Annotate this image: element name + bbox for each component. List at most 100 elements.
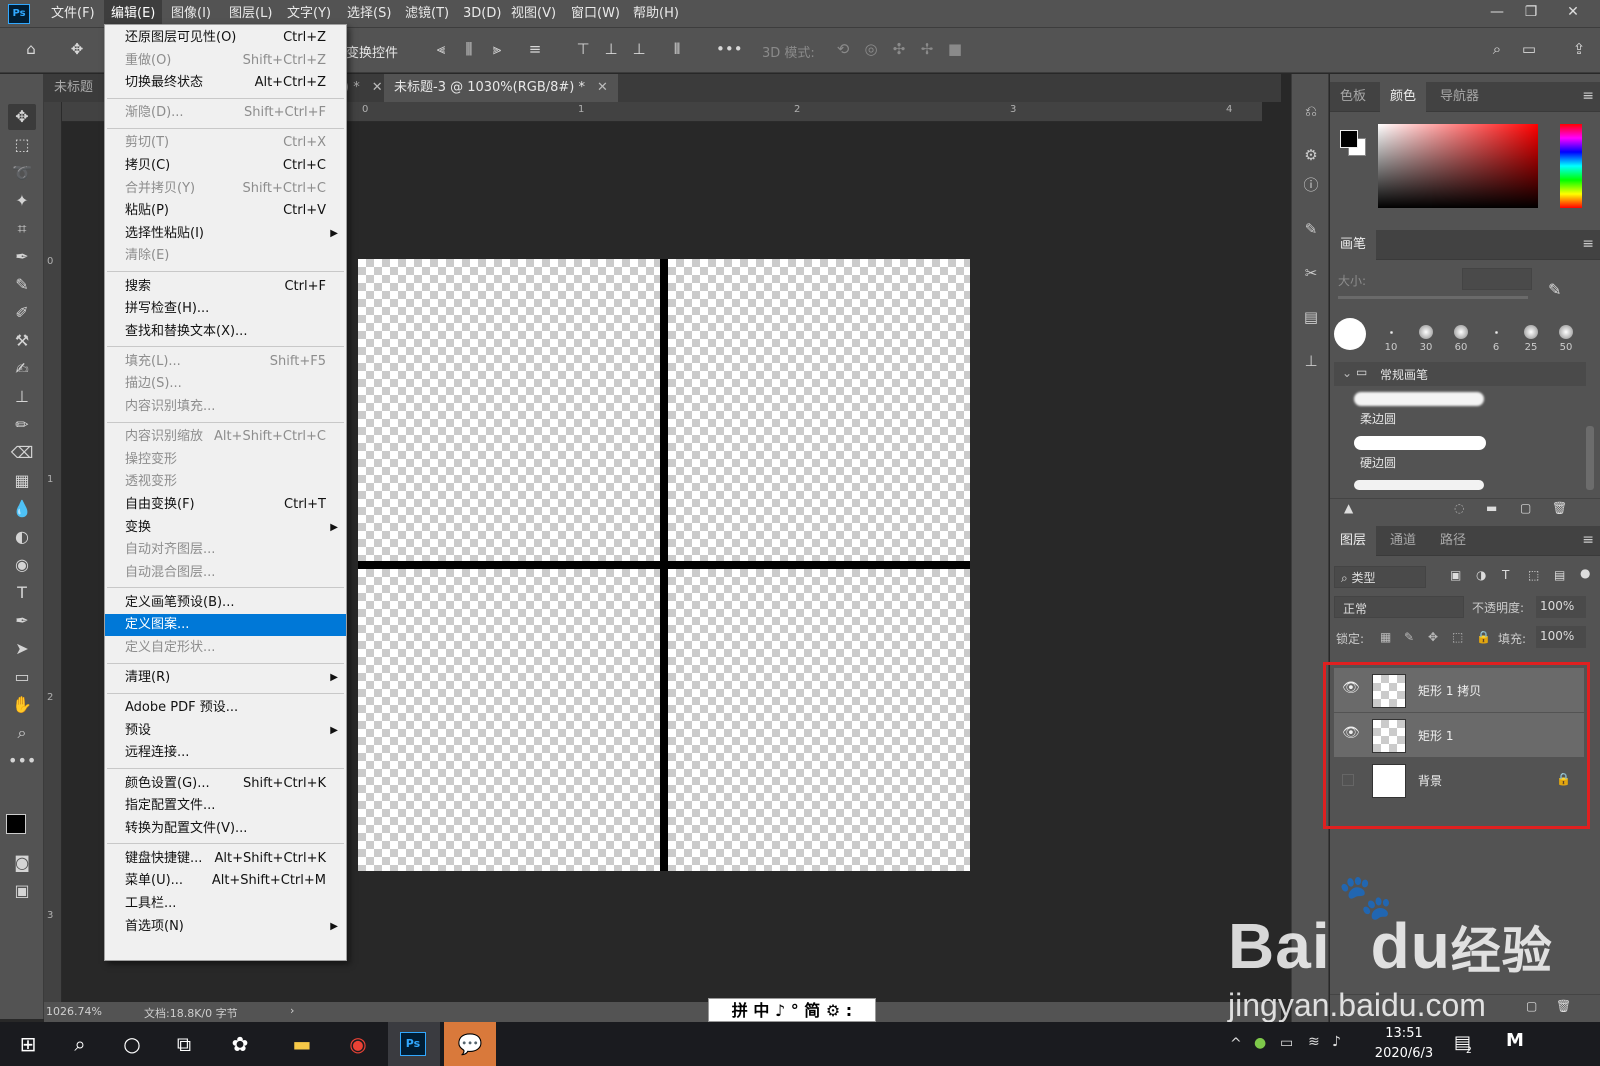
visibility-eye-icon[interactable] [1342,774,1354,786]
start-icon[interactable]: ⊞ [10,1028,46,1060]
tab-doc-1[interactable]: 未标题 [44,74,103,102]
layer-name[interactable]: 背景 [1418,772,1442,789]
tray-chevron-icon[interactable]: ^ [1230,1036,1242,1052]
brush-tool-icon[interactable]: ✐ [8,300,36,326]
3d-orbit-icon[interactable]: ⟲ [832,38,854,60]
ime-toolbar[interactable]: 拼 中 ♪ ° 简 ⚙ : [708,998,876,1022]
edit-menu-item[interactable]: 自动对齐图层... [105,539,346,561]
edit-menu-item[interactable]: 菜单(U)... Alt+Shift+Ctrl+M [105,870,346,892]
battery-icon[interactable]: ▭ [1280,1035,1293,1051]
clone-source-icon[interactable]: ▤ [1300,306,1322,328]
home-icon[interactable]: ⌂ [20,38,42,60]
edit-menu-item[interactable]: 指定配置文件... [105,795,346,817]
brush-preset-dot[interactable] [1524,325,1538,339]
new-group-icon[interactable]: ▬ [1486,501,1497,515]
lock-all-icon[interactable]: 🔒 [1476,630,1491,644]
3d-camera-icon[interactable]: ■ [944,38,966,60]
blend-mode-select[interactable]: 正常 [1334,596,1464,618]
edit-menu-item[interactable]: 填充(L)... Shift+F5 [105,351,346,373]
visibility-eye-icon[interactable]: 👁 [1342,725,1360,741]
edit-menu-item[interactable]: 定义图案... [105,614,346,637]
task-view-icon[interactable]: ⧉ [166,1028,202,1060]
edit-menu-item[interactable]: 定义画笔预设(B)... [105,592,346,614]
minimize-icon[interactable]: — [1480,0,1514,26]
brush-settings-icon[interactable]: ✎ [1300,218,1322,240]
edit-menu-item[interactable]: 切换最终状态 Alt+Ctrl+Z [105,72,346,94]
hard-round-stroke[interactable] [1354,436,1486,450]
color-field[interactable] [1378,124,1538,208]
layer-row[interactable]: 👁 矩形 1 [1334,713,1584,757]
rectangle-tool-icon[interactable]: ▭ [8,664,36,690]
tray-app-icon[interactable]: ● [1254,1035,1266,1051]
panel-menu-icon[interactable]: ≡ [1582,88,1594,104]
wifi-icon[interactable]: ≋ [1308,1034,1320,1050]
edit-menu-item[interactable]: 合并拷贝(Y) Shift+Ctrl+C [105,178,346,200]
brush-group-row[interactable]: ⌄ ▭ 常规画笔 [1334,362,1586,386]
brush-preset-dot[interactable] [1494,330,1498,334]
tab-doc-active[interactable]: 未标题-3 @ 1030%(RGB/8#) * ✕ [384,74,618,102]
foreground-color-swatch[interactable] [6,814,26,834]
chrome-icon[interactable]: ◉ [340,1028,376,1060]
brush-size-slider[interactable] [1338,296,1528,299]
menu-8[interactable]: 视图(V) [504,0,563,28]
tool-presets-icon[interactable]: ✂ [1300,262,1322,284]
cortana-icon[interactable]: ○ [114,1028,150,1060]
edit-menu-item[interactable]: 粘贴(P) Ctrl+V [105,200,346,222]
edit-menu-item[interactable]: 拼写检查(H)... [105,298,346,320]
filter-type-icon[interactable]: T [1502,568,1509,582]
tab-brushes[interactable]: 画笔 [1330,230,1377,260]
blur-tool-icon[interactable]: 💧 [8,496,36,522]
brush-size-small-icon[interactable]: ▲ [1344,501,1353,515]
share-icon[interactable]: ⇪ [1568,38,1590,60]
align-bottom-icon[interactable]: ⊥ [628,38,650,60]
crop-tool-icon[interactable]: ⌗ [8,216,36,242]
tab-navigator[interactable]: 导航器 [1430,82,1489,112]
layer-filter-select[interactable]: ⌕ 类型 [1334,566,1426,588]
new-brush-icon[interactable]: ▢ [1520,501,1531,515]
move-tool-icon[interactable]: ✥ [8,104,36,130]
tab-paths[interactable]: 路径 [1430,526,1476,556]
sponge-tool-icon[interactable]: ◉ [8,552,36,578]
edit-menu-item[interactable]: 搜索 Ctrl+F [105,276,346,298]
hue-slider[interactable] [1560,124,1582,208]
trash-icon[interactable]: 🗑 [1552,501,1567,515]
edit-menu-item[interactable]: 还原图层可见性(O) Ctrl+Z [105,27,346,49]
edit-menu-item[interactable]: 自由变换(F) Ctrl+T [105,494,346,516]
menu-10[interactable]: 帮助(H) [626,0,686,28]
tab-swatches[interactable]: 色板 [1330,82,1376,112]
opacity-field[interactable]: 100% [1536,596,1586,618]
panel-menu-icon[interactable]: ≡ [1582,236,1594,252]
magic-wand-icon[interactable]: ✦ [8,188,36,214]
brush-preset-dot[interactable] [1419,325,1433,339]
soft-round-stroke[interactable] [1354,392,1484,406]
brush-hard-round-label[interactable]: 硬边圆 [1360,454,1396,471]
menu-9[interactable]: 窗口(W) [564,0,627,28]
fill-field[interactable]: 100% [1536,626,1586,648]
more-options-icon[interactable]: ••• [716,38,743,60]
edit-menu-item[interactable]: 渐隐(D)... Shift+Ctrl+F [105,102,346,124]
brush-preset-dot[interactable] [1454,325,1468,339]
edit-menu-item[interactable]: 键盘快捷键... Alt+Shift+Ctrl+K [105,848,346,870]
tab-layers[interactable]: 图层 [1330,526,1377,556]
stamp-icon[interactable]: ⊥ [8,384,36,410]
history-panel-icon[interactable]: ⎌ [1300,100,1322,122]
menu-5[interactable]: 选择(S) [340,0,398,28]
close-tab-icon[interactable]: ✕ [597,80,608,95]
lock-position-icon[interactable]: ✥ [1428,630,1438,644]
brush-size-field[interactable] [1462,268,1532,290]
edit-menu-item[interactable]: 描边(S)... [105,373,346,395]
layer-thumbnail[interactable] [1372,719,1406,753]
layer-row[interactable]: 👁 矩形 1 拷贝 [1334,668,1584,712]
layer-name[interactable]: 矩形 1 拷贝 [1418,682,1481,699]
eraser-icon[interactable]: ⌫ [8,440,36,466]
filter-shape-icon[interactable]: ⬚ [1528,568,1539,582]
edit-menu-item[interactable]: Adobe PDF 预设... [105,697,346,719]
menu-6[interactable]: 滤镜(T) [398,0,456,28]
document-canvas[interactable] [358,259,970,871]
3d-slide-icon[interactable]: ✢ [916,38,938,60]
photoshop-taskbar-icon[interactable]: Ps [400,1032,426,1056]
eyedropper-icon[interactable]: ✒ [8,244,36,270]
lock-pixels-icon[interactable]: ✎ [1404,630,1414,644]
pen-tool-icon[interactable]: ✒ [8,608,36,634]
input-indicator-icon[interactable]: M [1506,1030,1524,1051]
